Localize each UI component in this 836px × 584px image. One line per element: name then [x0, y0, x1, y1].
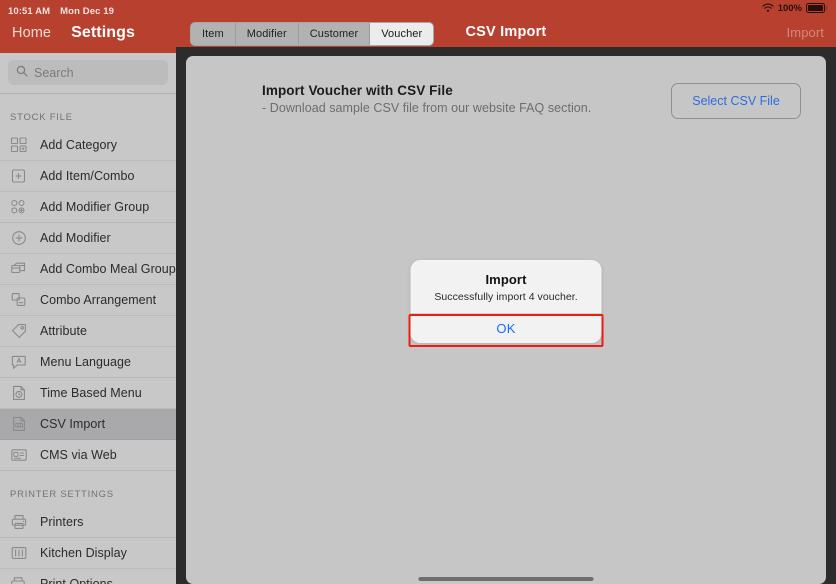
back-to-home-button[interactable]: Home	[12, 25, 51, 41]
sidebar-item-label: Add Modifier	[40, 231, 111, 245]
sidebar-item-csv-import[interactable]: CSV Import	[0, 409, 176, 440]
grid-plus-icon	[8, 135, 30, 155]
sidebar-item-kitchen-display[interactable]: Kitchen Display	[0, 538, 176, 569]
printer-icon	[8, 512, 30, 532]
copy-squares-icon	[8, 290, 30, 310]
sidebar-item-add-modifier[interactable]: Add Modifier	[0, 223, 176, 254]
sidebar-item-label: Menu Language	[40, 355, 132, 369]
search-icon	[16, 64, 28, 82]
stacked-layers-icon	[8, 259, 30, 279]
sidebar-item-time-based-menu[interactable]: Time Based Menu	[0, 378, 176, 409]
import-result-dialog: Import Successfully import 4 voucher. OK	[410, 260, 602, 343]
sidebar-item-printers[interactable]: Printers	[0, 507, 176, 538]
dialog-ok-label: OK	[496, 321, 516, 336]
sidebar-item-print-options[interactable]: Print Options	[0, 569, 176, 584]
sidebar-item-add-combo-meal-group[interactable]: Add Combo Meal Group	[0, 254, 176, 285]
speech-bubble-a-icon	[8, 352, 30, 372]
sidebar-section-header: PRINTER SETTINGS	[10, 489, 114, 500]
battery-full-icon	[806, 0, 828, 18]
wifi-icon	[762, 0, 774, 18]
battery-percent-label: 100%	[777, 3, 802, 14]
sidebar-search-container: Search	[0, 53, 176, 93]
status-time: 10:51 AM	[8, 5, 51, 17]
sidebar-item-label: Add Category	[40, 138, 118, 152]
document-clock-icon	[8, 383, 30, 403]
sidebar-item-menu-language[interactable]: Menu Language	[0, 347, 176, 378]
sidebar-nav-row: Home Settings	[0, 18, 176, 42]
sidebar-item-attribute[interactable]: Attribute	[0, 316, 176, 347]
status-date: Mon Dec 19	[60, 5, 114, 17]
sidebar-item-label: Kitchen Display	[40, 546, 127, 560]
sidebar-header: 10:51 AM Mon Dec 19 Home Settings	[0, 0, 176, 53]
tag-icon	[8, 321, 30, 341]
sidebar-item-label: Attribute	[40, 324, 88, 338]
sidebar-item-cms-via-web[interactable]: CMS via Web	[0, 440, 176, 471]
square-plus-icon	[8, 166, 30, 186]
sidebar-item-add-item-combo[interactable]: Add Item/Combo	[0, 161, 176, 192]
dialog-ok-button[interactable]: OK	[410, 314, 602, 343]
sidebar-item-label: Time Based Menu	[40, 386, 142, 400]
sidebar-item-label: CMS via Web	[40, 448, 117, 462]
sidebar-title: Settings	[71, 24, 136, 41]
top-bar: 100% Item Modifier Customer Voucher CSV Imp…	[176, 0, 836, 53]
circle-plus-icon	[8, 228, 30, 248]
sidebar-item-add-category[interactable]: Add Category	[0, 130, 176, 161]
search-placeholder: Search	[34, 65, 74, 80]
select-csv-file-button[interactable]: Select CSV File	[671, 83, 801, 119]
sidebar-section-header: STOCK FILE	[10, 112, 73, 123]
print-options-icon	[8, 574, 30, 584]
settings-sidebar: 10:51 AM Mon Dec 19 Home Settings Search	[0, 0, 176, 584]
import-button[interactable]: Import	[787, 25, 824, 40]
sidebar-item-label: Add Modifier Group	[40, 200, 150, 214]
status-bar-right: 100%	[176, 0, 836, 17]
home-indicator	[418, 577, 594, 581]
content-frame: Import Voucher with CSV File - Download …	[176, 47, 836, 584]
circles-plus-icon	[8, 197, 30, 217]
dialog-message: Successfully import 4 voucher.	[434, 291, 578, 303]
id-card-icon	[8, 445, 30, 465]
sidebar-item-combo-arrangement[interactable]: Combo Arrangement	[0, 285, 176, 316]
sidebar-item-label: Print Options	[40, 577, 113, 584]
search-input[interactable]: Search	[8, 60, 168, 85]
sidebar-item-label: Combo Arrangement	[40, 293, 157, 307]
sidebar-item-label: Add Item/Combo	[40, 169, 135, 183]
sidebar-item-label: Add Combo Meal Group	[40, 262, 176, 276]
sidebar-item-label: CSV Import	[40, 417, 106, 431]
sidebar-item-add-modifier-group[interactable]: Add Modifier Group	[0, 192, 176, 223]
dialog-body: Import Successfully import 4 voucher.	[411, 260, 602, 313]
status-bar-left: 10:51 AM Mon Dec 19	[0, 0, 176, 18]
csv-import-panel: Import Voucher with CSV File - Download …	[186, 56, 826, 584]
sidebar-item-label: Printers	[40, 515, 84, 529]
ipad-screen: 10:51 AM Mon Dec 19 Home Settings Search	[0, 0, 836, 584]
document-csv-icon	[8, 414, 30, 434]
select-csv-file-label: Select CSV File	[692, 94, 780, 108]
kitchen-display-icon	[8, 543, 30, 563]
page-title: CSV Import	[465, 24, 547, 40]
sidebar-scroll-area[interactable]: STOCK FILE Add Category Add Item/Combo Add …	[0, 94, 176, 584]
dialog-title: Import	[485, 272, 527, 287]
